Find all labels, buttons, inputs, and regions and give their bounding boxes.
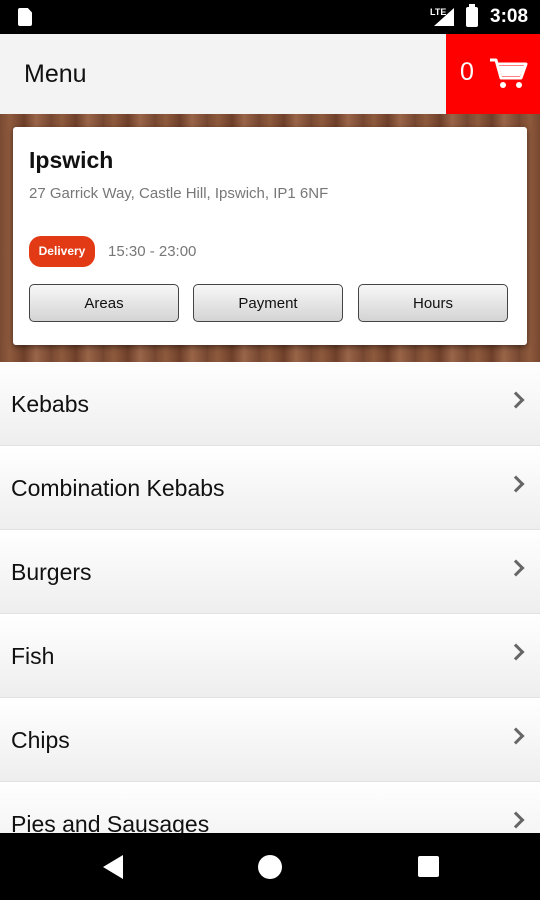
store-address: 27 Garrick Way, Castle Hill, Ipswich, IP…	[29, 185, 329, 202]
delivery-badge: Delivery	[29, 236, 95, 267]
store-card: Ipswich 27 Garrick Way, Castle Hill, Ips…	[13, 127, 527, 345]
page-title: Menu	[24, 60, 87, 88]
status-bar: LTE 3:08	[0, 0, 540, 34]
menu-item-label: Kebabs	[11, 391, 90, 417]
menu-item-fish[interactable]: Fish	[0, 614, 540, 698]
payment-button[interactable]: Payment	[193, 284, 343, 322]
chevron-right-icon	[507, 475, 525, 493]
app-bar: Menu 0	[0, 34, 540, 115]
cart-count: 0	[460, 58, 474, 86]
menu-item-kebabs[interactable]: Kebabs	[0, 362, 540, 446]
battery-icon	[466, 4, 478, 27]
home-icon[interactable]	[258, 855, 282, 879]
menu-item-label: Fish	[11, 643, 55, 669]
cart-icon	[490, 58, 528, 88]
cart-button[interactable]: 0	[446, 34, 540, 114]
store-name: Ipswich	[29, 147, 114, 173]
chevron-right-icon	[507, 811, 525, 829]
chevron-right-icon	[507, 643, 525, 661]
areas-button[interactable]: Areas	[29, 284, 179, 322]
menu-item-label: Chips	[11, 727, 70, 753]
hours-button[interactable]: Hours	[358, 284, 508, 322]
menu-item-chips[interactable]: Chips	[0, 698, 540, 782]
menu-item-label: Burgers	[11, 559, 92, 585]
network-type-label: LTE	[430, 7, 447, 17]
back-icon[interactable]	[103, 855, 123, 879]
system-nav-bar	[0, 833, 540, 900]
recent-apps-icon[interactable]	[418, 856, 439, 877]
menu-item-label: Combination Kebabs	[11, 475, 225, 501]
menu-category-list: Kebabs Combination Kebabs Burgers Fish C…	[0, 362, 540, 866]
menu-item-combination-kebabs[interactable]: Combination Kebabs	[0, 446, 540, 530]
chevron-right-icon	[507, 559, 525, 577]
chevron-right-icon	[507, 727, 525, 745]
chevron-right-icon	[507, 391, 525, 409]
delivery-hours: 15:30 - 23:00	[108, 243, 197, 260]
sd-card-icon	[18, 8, 32, 26]
clock: 3:08	[490, 6, 529, 27]
menu-item-burgers[interactable]: Burgers	[0, 530, 540, 614]
